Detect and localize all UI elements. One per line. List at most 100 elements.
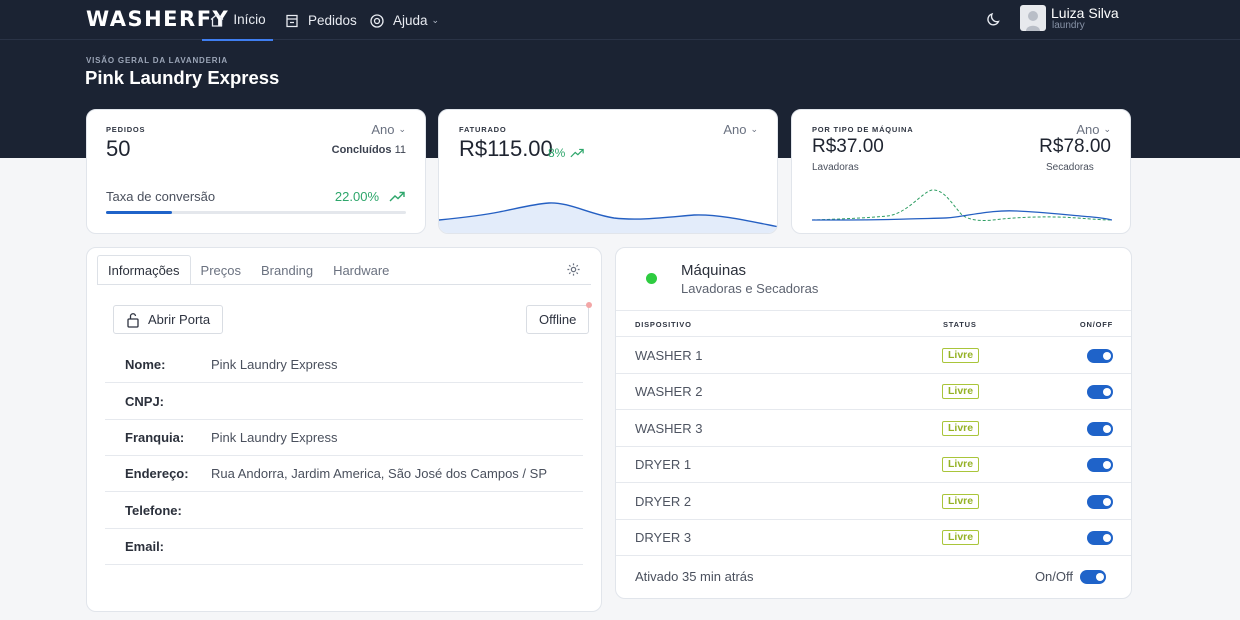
trend-up-icon (570, 148, 584, 158)
col-device: DISPOSITIVO (635, 320, 692, 329)
machine-name: DRYER 1 (635, 457, 692, 473)
nav-label-ajuda: Ajuda (393, 13, 428, 28)
nav-item-ajuda[interactable]: Ajuda ⌄ (369, 0, 439, 41)
info-row: Nome: Pink Laundry Express (105, 346, 583, 383)
machines-title: Máquinas (681, 262, 747, 279)
revenue-change: 8% (548, 146, 566, 160)
machine-type-period-dropdown[interactable]: Ano ⌄ (1076, 122, 1111, 137)
machine-type-card: POR TIPO DE MÁQUINA Ano ⌄ R$37.00 Lavado… (791, 109, 1131, 234)
info-row: Email: (105, 528, 583, 565)
revenue-caption: FATURADO (459, 125, 507, 134)
page-title: Pink Laundry Express (85, 67, 280, 88)
machine-row: WASHER 3 Livre (616, 411, 1131, 447)
unlock-icon (127, 312, 139, 328)
tab-branding[interactable]: Branding (251, 255, 323, 285)
info-label: Franquia: (125, 429, 185, 445)
machine-onoff-toggle[interactable] (1087, 385, 1113, 400)
dryers-value: R$78.00 (1039, 136, 1111, 157)
revenue-card: FATURADO R$115.00 8% Ano ⌄ (438, 109, 778, 234)
info-row: CNPJ: (105, 383, 583, 420)
col-onoff: ON/OFF (1079, 320, 1113, 329)
status-badge: Livre (942, 384, 980, 400)
completed-label: Concluídos (331, 144, 392, 156)
open-door-label: Abrir Porta (148, 312, 211, 327)
machine-name: WASHER 2 (635, 384, 703, 400)
revenue-period-dropdown[interactable]: Ano ⌄ (723, 122, 758, 137)
status-badge: Livre (942, 493, 980, 509)
info-value: Rua Andorra, Jardim America, São José do… (211, 465, 547, 481)
machines-subtitle: Lavadoras e Secadoras (681, 281, 819, 296)
revenue-sparkline (439, 202, 777, 233)
chevron-down-icon: ⌄ (750, 124, 758, 134)
nav-item-pedidos[interactable]: Pedidos (284, 0, 357, 41)
chevron-down-icon: ⌄ (431, 15, 440, 25)
machine-name: WASHER 1 (635, 348, 703, 363)
orders-total: 50 (106, 136, 131, 161)
help-icon (370, 13, 384, 28)
user-name[interactable]: Luiza Silva (1051, 5, 1119, 21)
status-dot (586, 302, 592, 308)
info-label: Endereço: (125, 465, 189, 481)
info-label: Telefone: (125, 502, 182, 518)
dark-mode-toggle-icon[interactable] (986, 11, 1002, 27)
footer-onoff-toggle[interactable] (1080, 570, 1106, 584)
machine-onoff-toggle[interactable] (1087, 494, 1113, 509)
tab-precos[interactable]: Preços (191, 255, 251, 285)
info-tabs: Informações Preços Branding Hardware (97, 255, 399, 285)
nav-item-inicio[interactable]: Início (202, 0, 273, 41)
orders-period-dropdown[interactable]: Ano ⌄ (371, 122, 406, 137)
conversion-value: 22.00% (334, 189, 379, 204)
open-door-button[interactable]: Abrir Porta (113, 305, 224, 334)
store-info-panel: Informações Preços Branding Hardware Abr… (86, 247, 602, 612)
machine-onoff-toggle[interactable] (1087, 421, 1113, 436)
top-navbar: WASHERFY Início Pedidos Ajuda ⌄ Luiza Si… (0, 0, 1240, 41)
nav-label-pedidos: Pedidos (308, 13, 357, 28)
activation-time: Ativado 35 min atrás (635, 569, 754, 584)
info-row: Telefone: (105, 492, 583, 529)
offline-status-button[interactable]: Offline (526, 305, 590, 334)
offline-status-label: Offline (539, 312, 577, 327)
machine-onoff-toggle[interactable] (1087, 531, 1113, 545)
machine-onoff-toggle[interactable] (1087, 458, 1113, 473)
trend-up-icon (389, 191, 405, 202)
info-label: Nome: (125, 356, 166, 372)
page-overline: VISÃO GERAL DA LAVANDERIA (86, 56, 228, 65)
machine-type-period-label: Ano (1076, 122, 1100, 137)
machine-row: WASHER 2 Livre (616, 374, 1131, 411)
conversion-progress-track (106, 211, 406, 214)
info-row: Franquia: Pink Laundry Express (105, 419, 583, 456)
machine-name: WASHER 3 (635, 420, 703, 436)
machine-name: DRYER 3 (635, 530, 692, 545)
dryers-label: Secadoras (1046, 162, 1094, 173)
orders-icon (286, 14, 298, 27)
user-role: laundry (1052, 20, 1085, 31)
machine-onoff-toggle[interactable] (1087, 349, 1113, 363)
chevron-down-icon: ⌄ (1103, 124, 1111, 134)
machine-row: DRYER 3 Livre (616, 520, 1131, 556)
machine-row: DRYER 2 Livre (616, 484, 1131, 520)
conversion-label: Taxa de conversão (106, 189, 216, 204)
col-status: STATUS (943, 320, 977, 329)
orders-period-label: Ano (371, 122, 395, 137)
tabs-divider (97, 284, 591, 285)
info-label: Email: (125, 538, 165, 554)
completed-value: 11 (394, 144, 406, 156)
online-indicator (646, 273, 657, 284)
info-value: Pink Laundry Express (211, 429, 338, 445)
info-row: Endereço: Rua Andorra, Jardim America, Sã… (105, 455, 583, 492)
avatar-person-icon (1026, 11, 1040, 31)
conversion-progress-fill (106, 211, 172, 214)
nav-label-inicio: Início (233, 12, 266, 27)
orders-completed: Concluídos 11 (332, 144, 406, 156)
orders-card: PEDIDOS 50 Ano ⌄ Concluídos 11 Taxa de c… (86, 109, 426, 234)
status-badge: Livre (942, 348, 980, 363)
tab-informacoes[interactable]: Informações (97, 255, 191, 285)
info-label: CNPJ: (125, 393, 165, 409)
machine-name: DRYER 2 (635, 493, 692, 509)
machines-panel: Máquinas Lavadoras e Secadoras DISPOSITI… (615, 247, 1132, 599)
gear-icon[interactable] (566, 262, 581, 277)
tab-hardware[interactable]: Hardware (323, 255, 399, 285)
user-avatar[interactable] (1020, 5, 1046, 31)
revenue-period-label: Ano (723, 122, 747, 137)
machines-table-header: DISPOSITIVO STATUS ON/OFF (616, 310, 1131, 337)
